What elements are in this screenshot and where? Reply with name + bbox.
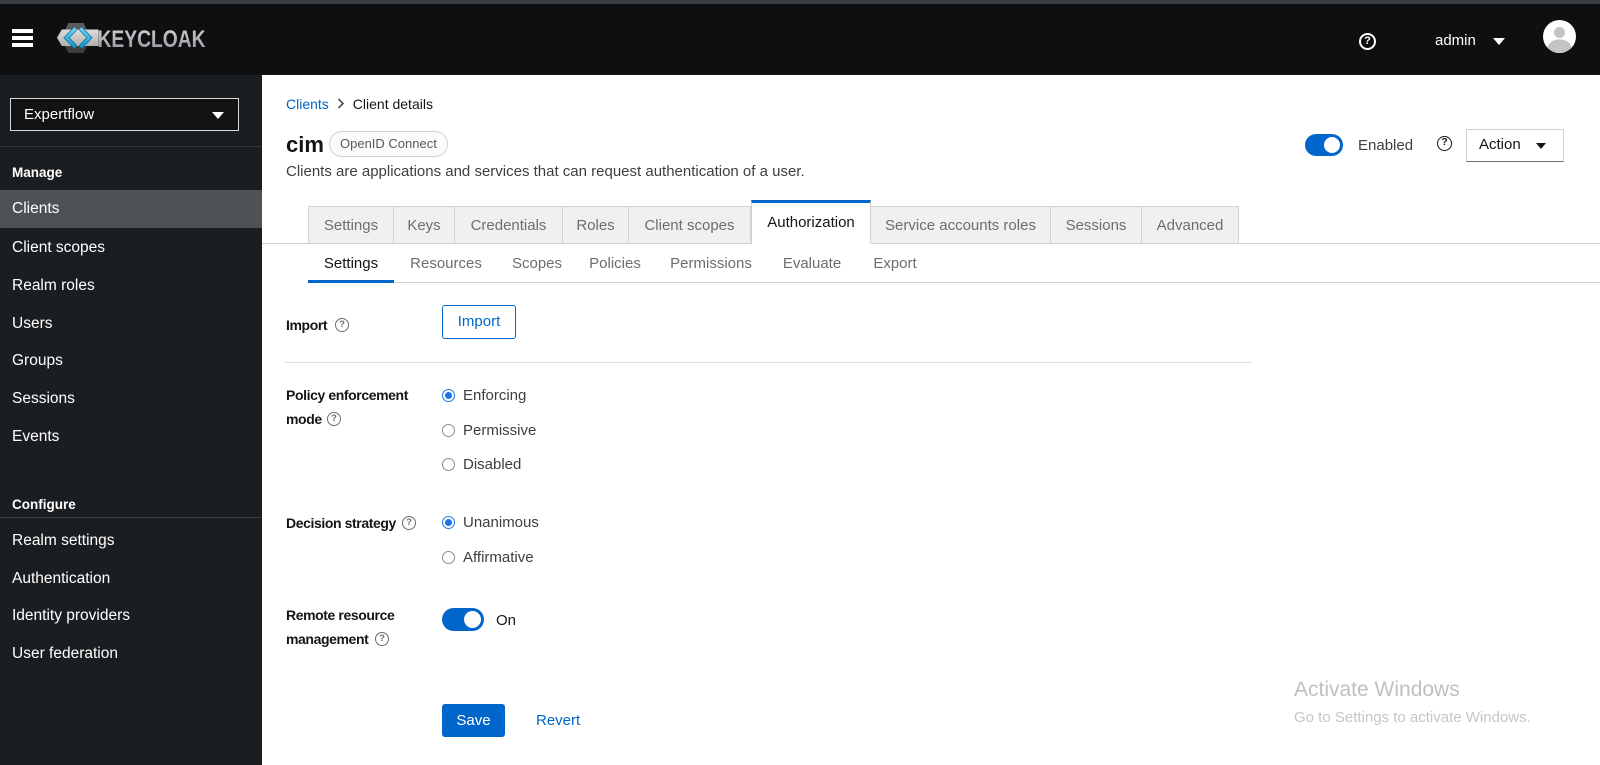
svg-text:KEYCLOAK: KEYCLOAK xyxy=(98,26,207,53)
